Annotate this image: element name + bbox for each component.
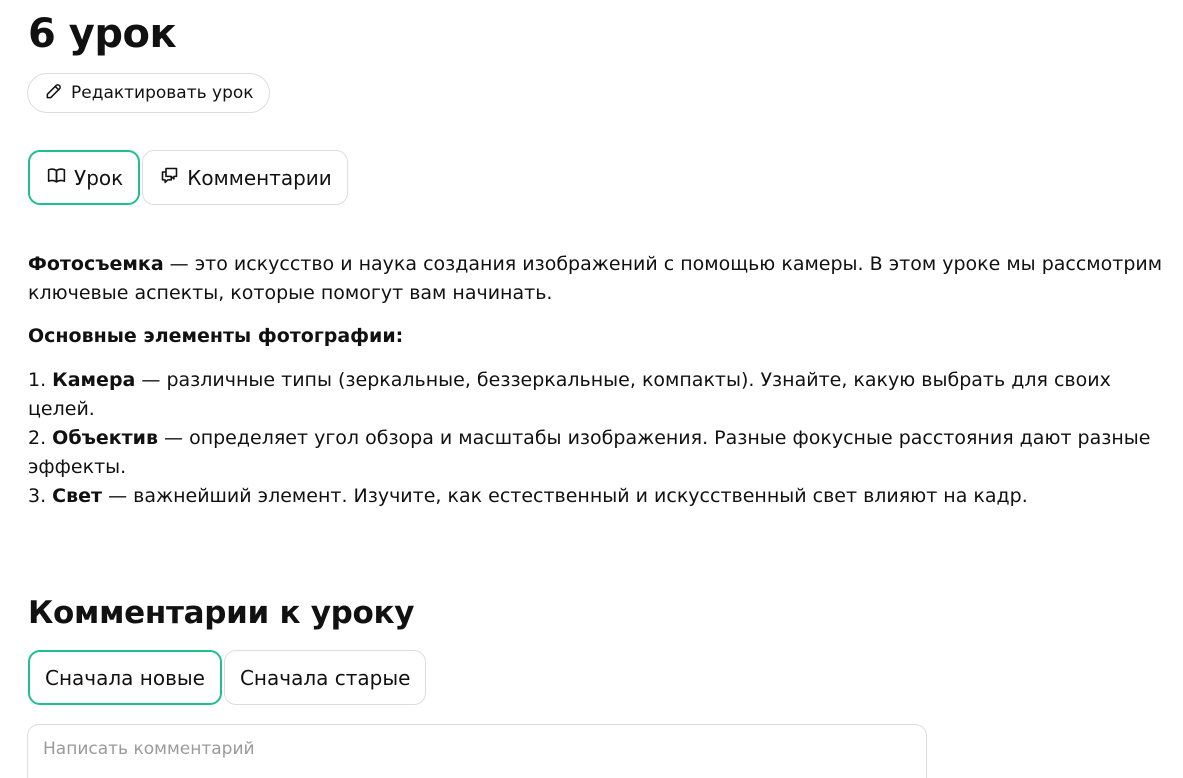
list-item-text: — различные типы (зеркальные, беззеркаль… xyxy=(28,369,1111,420)
list-item-text: — важнейший элемент. Изучите, как естест… xyxy=(102,485,1028,507)
chat-icon xyxy=(159,165,180,191)
sort-oldest-button[interactable]: Сначала старые xyxy=(223,650,427,705)
list-item-term: Свет xyxy=(52,485,103,507)
comment-input[interactable] xyxy=(27,724,927,778)
list-item: 2. Объектив — определяет угол обзора и м… xyxy=(28,424,1168,482)
elements-subheading: Основные элементы фотографии: xyxy=(28,325,404,347)
list-item-number: 2. xyxy=(28,427,53,449)
edit-lesson-label: Редактировать урок xyxy=(71,83,254,103)
intro-term: Фотосъемка xyxy=(28,253,164,275)
list-item-number: 3. xyxy=(28,485,53,507)
tab-lesson-label: Урок xyxy=(74,165,124,190)
list-item: 1. Камера — различные типы (зеркальные, … xyxy=(28,366,1168,424)
intro-paragraph: Фотосъемка — это искусство и наука созда… xyxy=(28,250,1168,308)
tab-lesson[interactable]: Урок xyxy=(28,150,141,205)
list-item-term: Камера xyxy=(52,369,136,391)
pencil-icon xyxy=(44,81,64,106)
comments-heading: Комментарии к уроку xyxy=(28,595,415,631)
lesson-tabs: Урок Комментарии xyxy=(28,150,348,205)
edit-lesson-button[interactable]: Редактировать урок xyxy=(27,73,270,113)
tab-comments[interactable]: Комментарии xyxy=(142,150,348,205)
sort-newest-button[interactable]: Сначала новые xyxy=(28,650,222,705)
list-item: 3. Свет — важнейший элемент. Изучите, ка… xyxy=(28,482,1168,511)
list-item-text: — определяет угол обзора и масштабы изоб… xyxy=(28,427,1151,478)
page-title: 6 урок xyxy=(28,11,177,57)
intro-text: — это искусство и наука создания изображ… xyxy=(28,253,1163,304)
lesson-content: Фотосъемка — это искусство и наука созда… xyxy=(28,250,1168,511)
book-icon xyxy=(46,165,67,191)
tab-comments-label: Комментарии xyxy=(187,165,332,190)
list-item-term: Объектив xyxy=(52,427,158,449)
lesson-page: 6 урок Редактировать урок Урок Комментар… xyxy=(0,0,1183,778)
list-item-number: 1. xyxy=(28,369,53,391)
comments-sort: Сначала новые Сначала старые xyxy=(28,650,427,705)
